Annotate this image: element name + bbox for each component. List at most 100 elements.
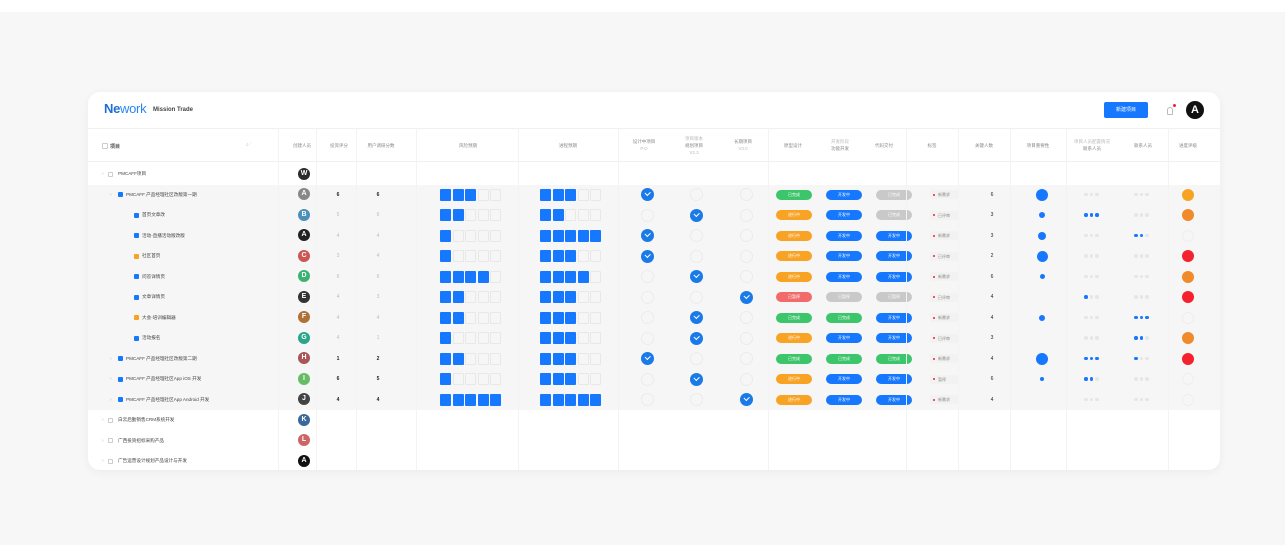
- version-check-icon[interactable]: [690, 352, 703, 365]
- project-column-header[interactable]: 项目: [110, 143, 120, 150]
- table-row[interactable]: 活动-直播活动版改版 A 4 4 进行中 开发中 开发中 新需求 3: [88, 225, 1220, 246]
- version-check-icon[interactable]: [690, 270, 703, 283]
- table-row[interactable]: › PMCAFF 产品经理社区改版第二期 H 1 2 已完成 已完成 已完成 新需求 4: [88, 348, 1220, 370]
- expand-chevron-icon[interactable]: ›: [110, 349, 112, 370]
- creator-avatar[interactable]: A: [298, 454, 310, 467]
- column-header[interactable]: 开发阶段 功能开发: [818, 128, 862, 162]
- requirement-tag[interactable]: 已评审: [930, 210, 958, 220]
- expand-chevron-icon[interactable]: ›: [110, 369, 112, 390]
- table-row[interactable]: 社区首页 C 3 4 进行中 开发中 开发中 已评审 2: [88, 246, 1220, 267]
- expand-chevron-icon[interactable]: ›: [110, 185, 112, 206]
- row-title[interactable]: 广西投资招标采购产品: [118, 431, 164, 452]
- requirement-tag[interactable]: 新需求: [930, 313, 958, 322]
- column-header[interactable]: 项目人员配置情况 联系人员: [1066, 128, 1118, 162]
- creator-avatar[interactable]: B: [298, 208, 310, 221]
- status-pill[interactable]: 开发中: [826, 189, 862, 200]
- column-header[interactable]: 关键人数: [958, 128, 1010, 162]
- requirement-tag[interactable]: 新需求: [930, 395, 958, 404]
- status-pill[interactable]: 已完成: [776, 353, 812, 364]
- creator-avatar[interactable]: F: [298, 311, 310, 323]
- row-title[interactable]: PMCAFF 产品经理社区App iOS 开发: [126, 369, 201, 390]
- version-check-icon[interactable]: [690, 188, 703, 201]
- notification-icon[interactable]: [1166, 104, 1176, 116]
- version-check-icon[interactable]: [690, 229, 703, 242]
- version-check-icon[interactable]: [641, 208, 654, 222]
- table-row[interactable]: › PMCAFF 产品经理社区App Android 开发 J 4 4 进行中 开发中 开发中…: [88, 389, 1220, 411]
- version-check-icon[interactable]: [740, 372, 753, 386]
- version-check-icon[interactable]: [690, 372, 703, 386]
- creator-avatar[interactable]: K: [298, 413, 310, 426]
- expand-chevron-icon[interactable]: ›: [110, 390, 112, 411]
- row-title[interactable]: 社区首页: [142, 246, 160, 267]
- creator-avatar[interactable]: H: [298, 352, 310, 364]
- version-check-icon[interactable]: [690, 290, 703, 304]
- workspace-name[interactable]: Mission Trade: [153, 107, 193, 113]
- version-check-icon[interactable]: [690, 311, 703, 324]
- column-header[interactable]: 标签: [906, 128, 958, 162]
- row-title[interactable]: PMCAFF项目: [118, 164, 146, 185]
- row-checkbox[interactable]: [108, 438, 113, 443]
- row-title[interactable]: 问答详情页: [142, 267, 165, 288]
- requirement-tag[interactable]: 新需求: [930, 190, 958, 199]
- row-checkbox[interactable]: [108, 458, 113, 464]
- requirement-tag[interactable]: 暂停: [930, 374, 958, 384]
- column-header[interactable]: 用户调研分数: [358, 128, 404, 162]
- creator-avatar[interactable]: G: [298, 331, 310, 344]
- select-all-checkbox[interactable]: [102, 143, 108, 149]
- status-pill[interactable]: 开发中: [826, 271, 862, 282]
- version-check-icon[interactable]: [740, 290, 753, 304]
- column-header[interactable]: 风险预期: [418, 128, 518, 162]
- version-check-icon[interactable]: [641, 372, 654, 386]
- requirement-tag[interactable]: 新需求: [930, 354, 958, 363]
- creator-avatar[interactable]: A: [298, 188, 310, 200]
- status-pill[interactable]: 开发中: [826, 394, 862, 405]
- version-check-icon[interactable]: [740, 208, 753, 222]
- table-row[interactable]: › PMCAFF项目 W: [88, 164, 1220, 185]
- status-pill[interactable]: 开发中: [826, 210, 862, 220]
- table-row[interactable]: 问答详情页 D 6 6 进行中 开发中 开发中 新需求 6: [88, 266, 1220, 288]
- status-pill[interactable]: 已暂停: [826, 292, 862, 302]
- version-check-icon[interactable]: [740, 229, 753, 242]
- creator-avatar[interactable]: L: [298, 434, 310, 446]
- version-check-icon[interactable]: [740, 393, 753, 406]
- column-header[interactable]: 长期项目 V3.0: [718, 128, 768, 162]
- requirement-tag[interactable]: 已评审: [930, 292, 958, 302]
- creator-avatar[interactable]: I: [298, 372, 310, 385]
- row-title[interactable]: 首页文章改: [142, 205, 165, 226]
- version-check-icon[interactable]: [740, 188, 753, 201]
- status-pill[interactable]: 进行中: [776, 251, 812, 261]
- row-checkbox[interactable]: [108, 171, 113, 177]
- row-title[interactable]: PMCAFF 产品经理社区App Android 开发: [126, 390, 209, 411]
- table-row[interactable]: › PMCAFF 产品经理社区App iOS 开发 I 6 5 进行中 开发中 开发中 暂停 6: [88, 369, 1220, 390]
- requirement-tag[interactable]: 已评审: [930, 333, 958, 343]
- header-tools-icon[interactable]: ⌕ ⋮: [246, 142, 251, 148]
- status-pill[interactable]: 已完成: [826, 353, 862, 364]
- creator-avatar[interactable]: A: [298, 229, 310, 241]
- row-title[interactable]: 白云后勤销售CRM系统开发: [118, 410, 174, 431]
- requirement-tag[interactable]: 新需求: [930, 231, 958, 240]
- version-check-icon[interactable]: [641, 270, 654, 283]
- version-check-icon[interactable]: [641, 331, 654, 345]
- table-row[interactable]: 文章详情页 E 4 3 已暂停 已暂停 已暂停 已评审 4: [88, 287, 1220, 308]
- row-title[interactable]: 广告运营设计规划产品设计与开发: [118, 451, 187, 470]
- version-check-icon[interactable]: [641, 290, 654, 304]
- row-checkbox[interactable]: [108, 417, 113, 423]
- version-check-icon[interactable]: [690, 208, 703, 222]
- status-pill[interactable]: 进行中: [776, 230, 812, 241]
- status-pill[interactable]: 进行中: [776, 333, 812, 343]
- table-row[interactable]: › 广西投资招标采购产品 L: [88, 431, 1220, 452]
- requirement-tag[interactable]: 已评审: [930, 251, 958, 261]
- table-row[interactable]: 首页文章改 B 5 6 进行中 开发中 已完成 已评审 3: [88, 205, 1220, 226]
- requirement-tag[interactable]: 新需求: [930, 272, 958, 281]
- version-check-icon[interactable]: [690, 393, 703, 406]
- status-pill[interactable]: 进行中: [776, 374, 812, 384]
- status-pill[interactable]: 已暂停: [776, 292, 812, 302]
- user-avatar[interactable]: A: [1186, 101, 1204, 119]
- table-row[interactable]: › 广告运营设计规划产品设计与开发 A: [88, 451, 1220, 470]
- version-check-icon[interactable]: [641, 393, 654, 406]
- column-header[interactable]: 创建人员: [284, 128, 320, 162]
- version-check-icon[interactable]: [641, 311, 654, 324]
- version-check-icon[interactable]: [641, 229, 654, 242]
- status-pill[interactable]: 开发中: [826, 230, 862, 241]
- status-pill[interactable]: 已完成: [826, 312, 862, 323]
